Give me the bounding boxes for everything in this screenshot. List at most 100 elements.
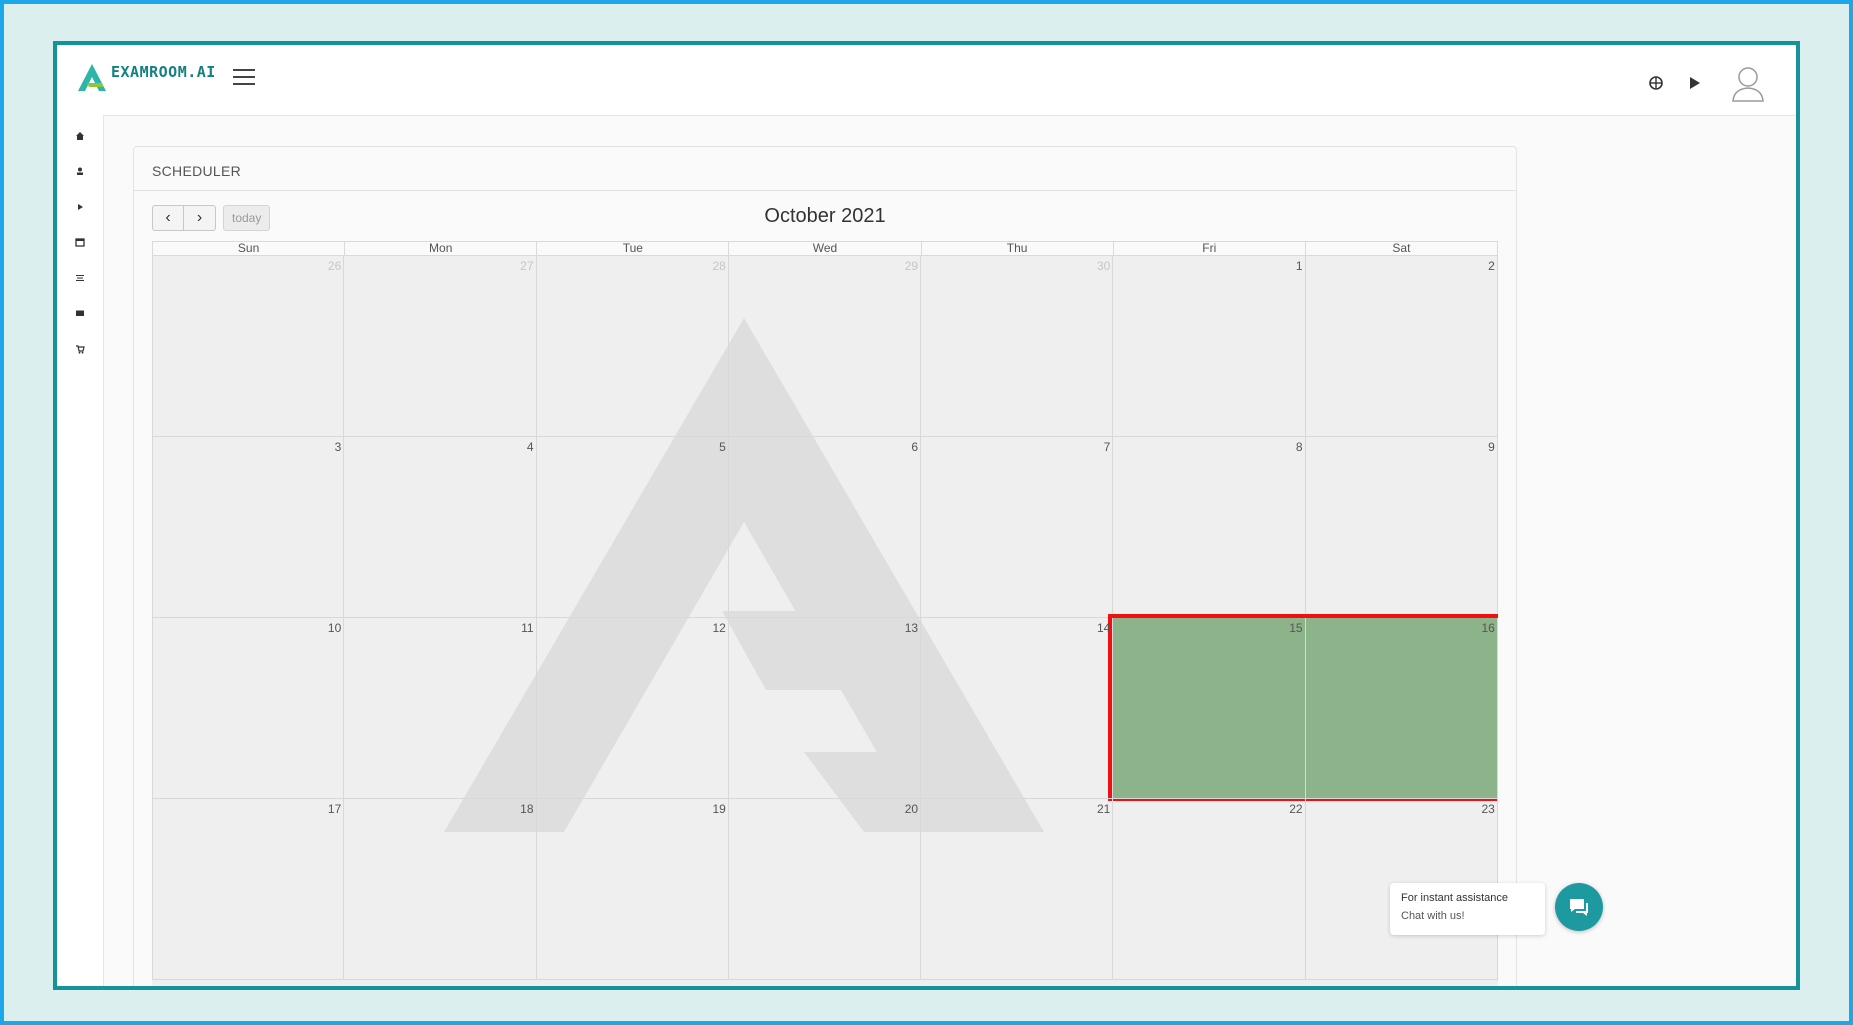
day-cell[interactable]: 7	[921, 437, 1114, 618]
cart-icon	[76, 345, 85, 354]
chat-prompt-line2: Chat with us!	[1401, 910, 1465, 922]
weekday-wed: Wed	[729, 242, 922, 255]
day-cell[interactable]: 30	[921, 256, 1114, 437]
day-number: 27	[520, 259, 534, 273]
day-number: 2	[1488, 259, 1495, 273]
weekday-tue: Tue	[537, 242, 730, 255]
home-icon	[76, 132, 84, 140]
sidebar	[57, 115, 103, 986]
sidebar-item-user[interactable]	[73, 164, 87, 178]
calendar-week: 17 18 19 20 21 22 23	[152, 799, 1498, 980]
chat-prompt[interactable]: For instant assistance Chat with us!	[1390, 883, 1545, 935]
mail-icon	[76, 310, 84, 316]
calendar-week: 26 27 28 29 30 1 2	[152, 256, 1498, 437]
day-cell[interactable]: 8	[1113, 437, 1306, 618]
day-cell[interactable]: 13	[728, 618, 922, 799]
app-window: EXAMROOM.AI SCHEDULER ‹ › today October …	[53, 41, 1800, 990]
available-day-cell[interactable]: 16	[1305, 618, 1498, 799]
chat-icon	[1570, 899, 1588, 916]
globe-icon[interactable]	[1648, 75, 1664, 91]
day-cell[interactable]: 1	[1113, 256, 1306, 437]
sidebar-item-list[interactable]	[73, 271, 87, 285]
logo-mark-icon	[78, 64, 106, 91]
day-cell[interactable]: 5	[536, 437, 729, 618]
day-number: 21	[1096, 802, 1111, 816]
play-icon	[78, 204, 83, 210]
day-number: 13	[904, 621, 919, 635]
day-number: 26	[327, 259, 342, 273]
weekday-fri: Fri	[1114, 242, 1306, 255]
day-cell[interactable]: 6	[728, 437, 922, 618]
logo[interactable]: EXAMROOM.AI	[75, 61, 216, 95]
weekday-sun: Sun	[153, 242, 346, 255]
day-cell[interactable]: 19	[536, 799, 729, 980]
day-number: 11	[521, 621, 534, 635]
main-content: SCHEDULER ‹ › today October 2021 Sun Mon T…	[103, 115, 1796, 986]
day-number: 9	[1488, 440, 1495, 454]
calendar-grid: Sun Mon Tue Wed Thu Fri Sat 26 27 28 29 30 1 2 3 4 5 6 7 8…	[152, 241, 1498, 986]
day-number: 23	[1481, 802, 1495, 816]
day-cell[interactable]: 20	[728, 799, 922, 980]
day-number: 19	[712, 802, 726, 816]
day-cell[interactable]: 11	[344, 618, 537, 799]
day-cell[interactable]: 21	[921, 799, 1114, 980]
day-cell[interactable]: 12	[536, 618, 729, 799]
day-number: 7	[1103, 440, 1111, 454]
chat-prompt-line1: For instant assistance	[1401, 892, 1508, 904]
menu-icon[interactable]	[233, 69, 255, 87]
sidebar-item-mail[interactable]	[73, 306, 87, 320]
top-header: EXAMROOM.AI	[57, 45, 1796, 115]
day-number: 30	[1096, 259, 1111, 273]
day-cell[interactable]: 26	[152, 256, 345, 437]
day-number: 20	[904, 802, 919, 816]
day-number: 1	[1295, 259, 1303, 273]
sidebar-item-play[interactable]	[73, 200, 87, 214]
weekday-header: Sun Mon Tue Wed Thu Fri Sat	[152, 241, 1498, 256]
day-number: 5	[719, 440, 726, 454]
day-cell[interactable]: 4	[344, 437, 537, 618]
day-cell[interactable]: 14	[921, 618, 1114, 799]
day-number: 4	[526, 440, 534, 454]
day-cell[interactable]: 9	[1305, 437, 1498, 618]
weekday-thu: Thu	[922, 242, 1114, 255]
list-icon	[76, 275, 84, 281]
logo-text: EXAMROOM.AI	[111, 63, 216, 81]
day-cell[interactable]: 27	[344, 256, 537, 437]
play-icon[interactable]	[1690, 77, 1700, 89]
day-number: 3	[334, 440, 342, 454]
day-number: 22	[1289, 802, 1303, 816]
day-number: 12	[712, 621, 726, 635]
available-day-cell[interactable]: 15	[1113, 618, 1306, 799]
user-icon	[77, 167, 83, 175]
day-cell[interactable]: 22	[1113, 799, 1306, 980]
day-cell[interactable]: 18	[344, 799, 537, 980]
day-cell[interactable]: 28	[536, 256, 729, 437]
month-title: October 2021	[764, 205, 886, 227]
day-cell[interactable]: 10	[152, 618, 345, 799]
panel-divider	[134, 190, 1516, 191]
scheduler-panel: SCHEDULER ‹ › today October 2021 Sun Mon T…	[133, 146, 1603, 986]
chat-button[interactable]	[1555, 883, 1603, 931]
sidebar-item-cart[interactable]	[73, 342, 87, 356]
day-number: 15	[1289, 621, 1303, 635]
day-number: 17	[327, 802, 342, 816]
panel-title: SCHEDULER	[152, 163, 242, 179]
sidebar-item-home[interactable]	[73, 129, 87, 143]
day-number: 14	[1096, 621, 1111, 635]
sidebar-item-calendar[interactable]	[73, 235, 87, 249]
day-number: 29	[904, 259, 919, 273]
day-cell[interactable]: 2	[1305, 256, 1498, 437]
day-cell[interactable]: 3	[152, 437, 345, 618]
day-cell[interactable]: 29	[728, 256, 922, 437]
day-number: 10	[327, 621, 342, 635]
calendar-body: 26 27 28 29 30 1 2 3 4 5 6 7 8 9 10 11 12 13 14 15 16 17 18 19 2…	[152, 256, 1498, 986]
day-number: 28	[712, 259, 726, 273]
day-number: 6	[911, 440, 919, 454]
weekday-mon: Mon	[345, 242, 538, 255]
day-cell[interactable]: 17	[152, 799, 345, 980]
header-actions	[1648, 63, 1766, 103]
weekday-sat: Sat	[1392, 241, 1411, 255]
avatar-icon[interactable]	[1730, 63, 1766, 103]
calendar-week: 3 4 5 6 7 8 9	[152, 437, 1498, 618]
calendar-icon	[75, 238, 85, 247]
